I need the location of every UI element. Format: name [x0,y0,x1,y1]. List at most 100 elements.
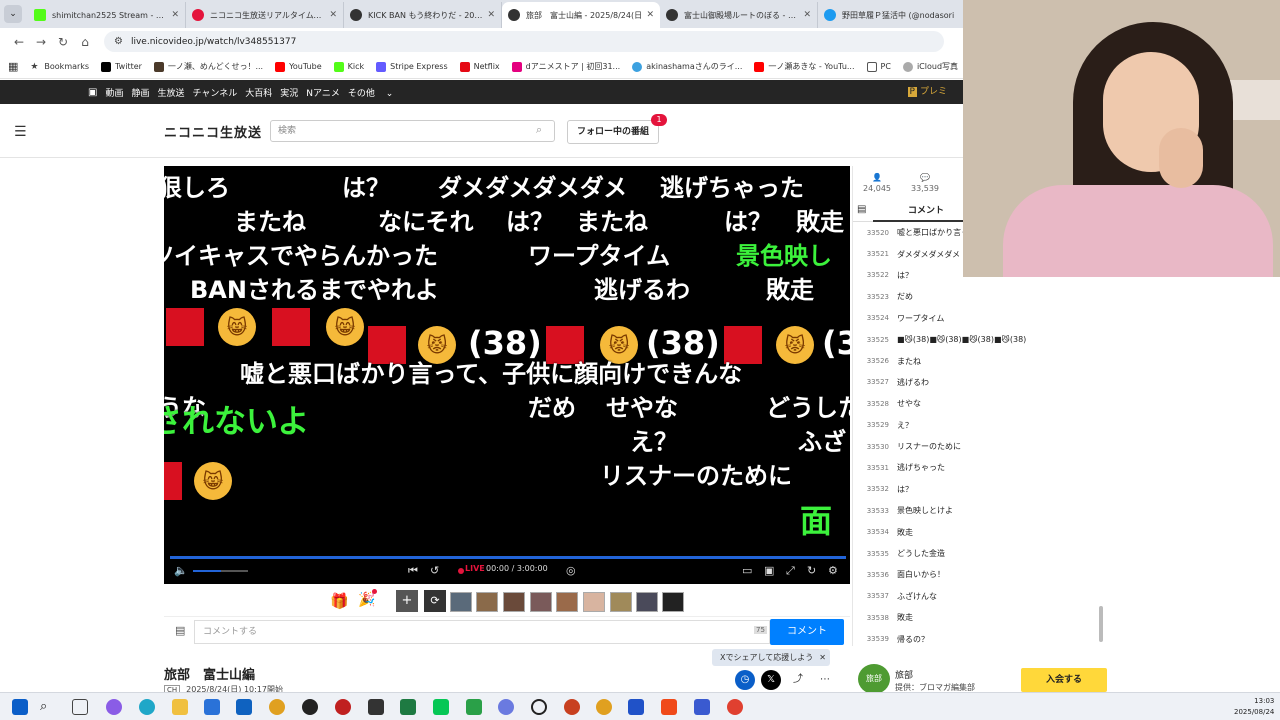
following-programs-button[interactable]: フォロー中の番組 [567,120,659,144]
comment-row[interactable]: 33523 だめ [853,286,1106,307]
nav-douga[interactable]: 動画 [105,86,123,99]
more-icon[interactable]: ⋯ [815,670,835,690]
emotion-thumb[interactable] [450,592,472,612]
nav-dic[interactable]: 大百科 [245,86,272,99]
comment-row[interactable]: 33536 面白いから！ [853,564,1106,585]
chatgpt-icon[interactable] [531,699,547,715]
comment-row[interactable]: 33528 せやな [853,393,1106,414]
app-icon[interactable] [564,699,580,715]
live-label[interactable]: LIVE [465,564,485,573]
comment-row[interactable]: 33526 またね [853,350,1106,371]
comment-row[interactable]: 33533 景色映しとけよ [853,500,1106,521]
gift-icon[interactable]: 🎁 [330,592,349,610]
browser-tab-active[interactable]: 旅部 富士山編 - 2025/8/24(日 ✕ [502,2,660,28]
timeshift-icon[interactable]: ◎ [566,564,576,577]
bookmark-item[interactable]: Netflix [459,61,500,72]
skip-back-icon[interactable]: ⏮ [408,564,418,578]
emotion-thumb[interactable] [636,592,658,612]
url-input[interactable]: ⚙ live.nicovideo.jp/watch/lv348551377 [104,31,944,52]
browser-tab[interactable]: 富士山御殿場ルートのぼる - 2025 ✕ [660,2,818,28]
windows-start-icon[interactable] [12,699,28,715]
comment-row[interactable]: 33531 逃げちゃった [853,457,1106,478]
share-icon[interactable]: ⤴ [788,670,808,690]
comment-row[interactable]: 33527 逃げるわ [853,372,1106,393]
seek-bar[interactable] [170,556,846,559]
nav-channel[interactable]: チャンネル [193,86,238,99]
comment-row[interactable]: 33535 どうした金造 [853,543,1106,564]
tab-search-icon[interactable]: ⌄ [4,5,22,23]
bookmark-folder[interactable]: PC [866,61,891,72]
bookmark-item[interactable]: Stripe Express [376,61,448,72]
bookmark-item[interactable]: akinashamaさんのライ... [632,61,742,72]
add-icon[interactable]: + [396,590,418,612]
reload-icon[interactable]: ↻ [52,35,74,49]
search-icon[interactable]: ⌕ [40,699,56,715]
back-icon[interactable]: ← [8,35,30,49]
copilot-icon[interactable] [106,699,122,715]
app-icon[interactable] [498,699,514,715]
site-info-icon[interactable]: ⚙ [114,36,123,47]
emotion-thumb[interactable] [503,592,525,612]
party-icon[interactable]: 🎉 [358,592,375,608]
emotion-thumb[interactable] [662,592,684,612]
emotion-thumb[interactable] [530,592,552,612]
reload-icon[interactable]: ↻ [807,564,816,577]
comment-row[interactable]: 33537 ふざけんな [853,586,1106,607]
emotion-thumb[interactable] [583,592,605,612]
close-icon[interactable]: ✕ [819,649,826,666]
comment-row[interactable]: 33530 リスナーのために [853,436,1106,457]
nav-jikkyo[interactable]: 実況 [280,86,298,99]
nav-seiga[interactable]: 静画 [131,86,149,99]
obs-icon[interactable] [302,699,318,715]
video-player[interactable]: 狠しろ は？ ダメダメダメダメ 逃げちゃった またね なにそれ は？ またね は… [164,166,850,584]
comment-row[interactable]: 33534 敗走 [853,521,1106,542]
comment-tab-icon[interactable]: ▤ [857,204,866,215]
settings-icon[interactable]: ⚙ [828,564,838,577]
bookmark-item[interactable]: YouTube [275,61,322,72]
browser-tab[interactable]: ニコニコ生放送リアルタイムランキング ✕ [186,2,344,28]
scrollbar[interactable] [1099,606,1103,642]
brave-icon[interactable] [661,699,677,715]
app-icon[interactable] [628,699,644,715]
comment-row[interactable]: 33524 ワープタイム [853,308,1106,329]
fullscreen-icon[interactable]: ⤢ [786,564,795,578]
comment-submit-button[interactable]: コメント [770,619,844,645]
browser-tab[interactable]: 野田草履Ｐ猛活中 (@nodasori [818,2,976,28]
search-icon[interactable]: ⌕ [536,123,542,137]
outlook-icon[interactable] [236,699,252,715]
forward-icon[interactable]: → [30,35,52,49]
bookmark-item[interactable]: ★ Bookmarks [30,62,89,72]
menu-icon[interactable]: ☰ [14,124,27,140]
excel-icon[interactable] [400,699,416,715]
app-icon[interactable] [335,699,351,715]
channel-logo[interactable]: 旅部 [858,664,890,694]
explorer-icon[interactable] [172,699,188,715]
emotion-thumb[interactable] [556,592,578,612]
search-input[interactable]: 検索 [270,120,555,142]
reservation-icon[interactable]: ◷ [735,670,755,690]
nicolive-logo[interactable]: ニコニコ生放送 [164,122,262,141]
apps-icon[interactable]: ▦ [8,60,18,73]
app-icon[interactable] [596,699,612,715]
edge-icon[interactable] [139,699,155,715]
chrome-icon[interactable] [269,699,285,715]
line-icon[interactable] [433,699,449,715]
close-icon[interactable]: ✕ [646,10,654,20]
emotion-thumb[interactable] [476,592,498,612]
browser-tab[interactable]: KICK BAN もう終わりだ - 2025/8/✕ [344,2,502,28]
pip-icon[interactable]: ▣ [764,564,774,577]
nav-nanime[interactable]: Nアニメ [306,86,340,99]
join-button[interactable]: 入会する [1021,668,1107,692]
ncv-icon[interactable] [368,699,384,715]
store-icon[interactable] [204,699,220,715]
chrome-icon[interactable] [727,699,743,715]
emotion-thumb[interactable] [610,592,632,612]
bookmark-item[interactable]: 一ノ瀬、めんどくせっ！... [153,61,263,72]
rewind-icon[interactable]: ↺ [430,564,439,577]
home-icon[interactable]: ⌂ [74,35,96,49]
x-share-icon[interactable]: 𝕏 [761,670,781,690]
bookmark-item[interactable]: Twitter [101,61,142,72]
bookmark-item[interactable]: Kick [333,61,364,72]
comment-row[interactable]: 33532 は？ [853,479,1106,500]
close-icon[interactable]: ✕ [171,10,179,20]
